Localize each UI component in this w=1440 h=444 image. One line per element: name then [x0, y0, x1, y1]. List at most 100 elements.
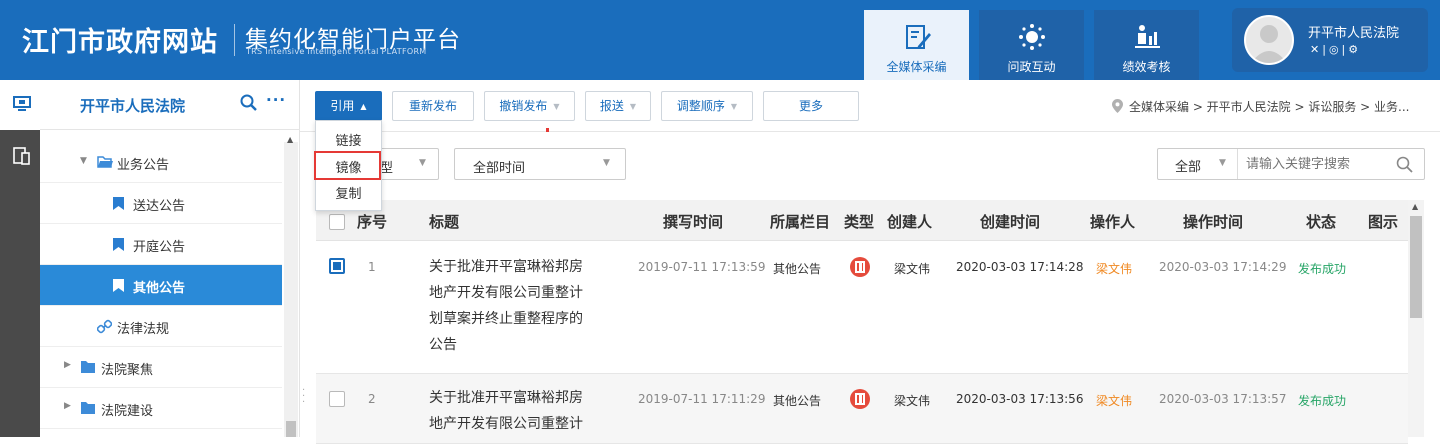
table-scroll-thumb[interactable]	[1410, 216, 1422, 318]
col-header-write-time[interactable]: 撰写时间	[663, 211, 723, 232]
search-icon[interactable]	[240, 94, 257, 111]
location-pin-icon	[1112, 99, 1123, 113]
row-operator[interactable]: 梁文伟	[1096, 392, 1132, 409]
row-status: 发布成功	[1298, 394, 1347, 408]
left-bar-active-slot[interactable]	[0, 80, 40, 130]
row-operator[interactable]: 梁文伟	[1096, 260, 1132, 277]
scope-select-value: 全部	[1175, 160, 1202, 175]
row-write-time: 2019-07-11 17:11:29	[638, 392, 766, 406]
left-icon-bar	[0, 80, 40, 437]
republish-label: 重新发布	[408, 99, 457, 113]
office-doc-icon	[850, 257, 870, 277]
row-checkbox[interactable]	[329, 258, 345, 274]
caret-down-icon: ▼	[629, 101, 637, 111]
sidebar-item-hearing-notice[interactable]: 开庭公告	[40, 224, 282, 265]
folder-icon	[81, 402, 95, 414]
reorder-button[interactable]: 调整顺序 ▼	[661, 91, 753, 121]
scroll-up-icon[interactable]: ▲	[1412, 202, 1418, 211]
sidebar-scrollbar[interactable]: ▲	[284, 135, 298, 437]
col-header-status[interactable]: 状态	[1306, 211, 1336, 232]
sidebar-item-other-notice[interactable]: 其他公告	[40, 265, 282, 306]
submit-button[interactable]: 报送 ▼	[585, 91, 651, 121]
caret-down-icon: ▼	[553, 101, 560, 111]
avatar[interactable]	[1244, 15, 1294, 65]
scope-select[interactable]: 全部 ▼	[1158, 149, 1238, 179]
col-header-title[interactable]: 标题	[429, 211, 459, 232]
logo-divider	[234, 24, 235, 56]
sidebar-item-laws[interactable]: 法律法规	[40, 306, 282, 347]
sidebar-item-label: 法律法规	[117, 322, 170, 337]
caret-right-icon[interactable]: ▶	[64, 360, 71, 370]
nav-tab-media-editing[interactable]: 全媒体采编	[864, 10, 969, 80]
republish-button[interactable]: 重新发布	[392, 91, 474, 121]
sidebar-title: 开平市人民法院	[80, 97, 186, 115]
col-header-create-time[interactable]: 创建时间	[980, 211, 1040, 232]
user-silhouette-icon	[1251, 25, 1287, 63]
menu-item-copy[interactable]: 复制	[316, 183, 381, 202]
nav-tab-performance[interactable]: 绩效考核	[1094, 10, 1199, 80]
row-no: 2	[368, 392, 376, 406]
quote-button[interactable]: 引用 ▲	[315, 91, 382, 121]
select-all-checkbox[interactable]	[329, 214, 345, 230]
row-title[interactable]: 关于批准开平富琳裕邦房 地产开发有限公司重整计	[429, 385, 614, 437]
platform-name-en: TRS Intensive Intelligent Portal PLATFOR…	[246, 47, 427, 56]
row-op-time: 2020-03-03 17:14:29	[1159, 260, 1287, 274]
more-icon[interactable]: ···	[266, 91, 286, 109]
table-header: 序号 标题 撰写时间 所属栏目 类型 创建人 创建时间 操作人 操作时间 状态 …	[316, 200, 1408, 241]
breadcrumb-text[interactable]: 全媒体采编 > 开平市人民法院 > 诉讼服务 > 业务...	[1129, 100, 1410, 114]
more-button[interactable]: 更多	[763, 91, 859, 121]
time-select[interactable]: 全部时间 ▼	[454, 148, 626, 180]
nav-tab-interaction[interactable]: 问政互动	[979, 10, 1084, 80]
sidebar-item-label: 法院聚焦	[101, 363, 154, 378]
swap-icon[interactable]: ✕	[1310, 43, 1322, 56]
col-header-operator[interactable]: 操作人	[1090, 211, 1135, 232]
row-title[interactable]: 关于批准开平富琳裕邦房 地产开发有限公司重整计 划草案并终止重整程序的 公告	[429, 254, 614, 358]
search-input[interactable]	[1246, 153, 1386, 175]
nav-tab-label: 全媒体采编	[886, 60, 947, 74]
quote-label: 引用	[330, 99, 355, 113]
sidebar-item-business-notice[interactable]: ▼ 业务公告	[40, 142, 282, 183]
filter-bar: 型 ▼ 全部时间 ▼ 全部 ▼	[300, 132, 1440, 200]
user-panel[interactable]: 开平市人民法院 ✕|◎|⚙	[1232, 8, 1428, 72]
panel-splitter-handle[interactable]: · · ·	[302, 386, 305, 408]
row-create-time: 2020-03-03 17:13:56	[956, 392, 1084, 406]
row-title-line: 地产开发有限公司重整计	[429, 416, 583, 432]
col-header-preview[interactable]: 图示	[1368, 211, 1398, 232]
row-title-line: 关于批准开平富琳裕邦房	[429, 259, 583, 275]
col-header-column[interactable]: 所属栏目	[770, 211, 830, 232]
sidebar-item-label: 送达公告	[133, 199, 186, 214]
bookmark-icon	[113, 197, 124, 210]
eye-icon[interactable]: ◎	[1329, 43, 1342, 56]
nav-tab-label: 绩效考核	[1122, 60, 1171, 74]
sidebar-scroll-thumb[interactable]	[286, 421, 296, 437]
table-scrollbar[interactable]: ▲	[1408, 200, 1424, 437]
col-header-op-time[interactable]: 操作时间	[1183, 211, 1243, 232]
caret-down-icon[interactable]: ▼	[80, 156, 87, 166]
revoke-button[interactable]: 撤销发布 ▼	[484, 91, 575, 121]
row-column: 其他公告	[773, 262, 822, 276]
scroll-up-icon[interactable]: ▲	[287, 135, 293, 144]
row-checkbox[interactable]	[329, 391, 345, 407]
search-icon[interactable]	[1396, 156, 1413, 173]
breadcrumb: 全媒体采编 > 开平市人民法院 > 诉讼服务 > 业务...	[1112, 98, 1410, 115]
col-header-no[interactable]: 序号	[357, 211, 387, 232]
caret-right-icon[interactable]: ▶	[64, 401, 71, 411]
menu-item-link[interactable]: 链接	[316, 130, 381, 149]
sidebar-item-court-construction[interactable]: ▶ 法院建设	[40, 388, 282, 429]
caret-down-icon: ▼	[419, 158, 426, 168]
table-row[interactable]: 1 关于批准开平富琳裕邦房 地产开发有限公司重整计 划草案并终止重整程序的 公告…	[316, 241, 1408, 374]
caret-up-icon: ▲	[360, 101, 367, 111]
col-header-creator[interactable]: 创建人	[887, 211, 932, 232]
caret-down-icon: ▼	[603, 158, 610, 168]
folder-open-icon	[97, 156, 113, 168]
site-logo[interactable]: 江门市政府网站	[22, 20, 218, 59]
highlight-box	[314, 151, 381, 180]
table-row[interactable]: 2 关于批准开平富琳裕邦房 地产开发有限公司重整计 2019-07-11 17:…	[316, 374, 1408, 444]
sidebar-item-service-notice[interactable]: 送达公告	[40, 183, 282, 224]
sidebar-header: 开平市人民法院 ···	[40, 80, 300, 130]
sidebar-item-court-focus[interactable]: ▶ 法院聚焦	[40, 347, 282, 388]
gear-icon[interactable]: ⚙	[1348, 43, 1361, 56]
sidebar-tree: ▼ 业务公告 送达公告 开庭公告 其他公告 法律法规 ▶ 法院聚焦 ▶ 法院建设	[40, 142, 282, 429]
mobile-devices-icon[interactable]	[13, 147, 31, 165]
col-header-type[interactable]: 类型	[844, 211, 874, 232]
